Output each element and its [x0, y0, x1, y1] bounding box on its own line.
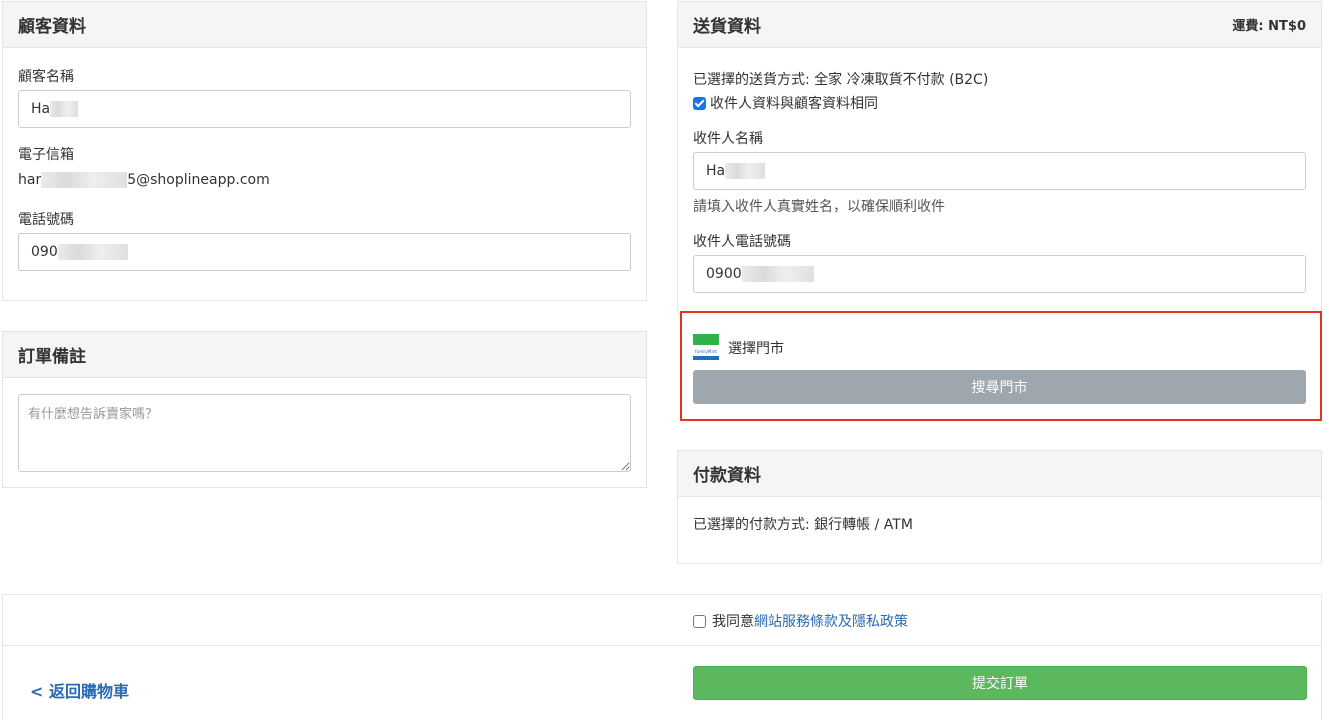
payment-panel: 付款資料 已選擇的付款方式: 銀行轉帳 / ATM	[677, 450, 1322, 564]
same-as-customer-checkbox[interactable]	[693, 96, 706, 110]
submit-order-button[interactable]: 提交訂單	[693, 666, 1307, 700]
terms-agreement-row[interactable]: 我同意 網站服務條款及隱私政策	[693, 611, 908, 631]
phone-input[interactable]: 090	[18, 233, 631, 271]
shipping-fee: 運費: NT$0	[1232, 19, 1306, 34]
terms-link[interactable]: 網站服務條款及隱私政策	[754, 611, 908, 631]
delivery-panel-title: 送貨資料	[693, 17, 761, 37]
search-store-button[interactable]: 搜尋門市	[693, 370, 1306, 404]
phone-value: 090	[31, 244, 58, 260]
payment-panel-title: 付款資料	[693, 466, 761, 486]
customer-name-value: Ha	[31, 101, 51, 117]
redacted-mask	[50, 101, 79, 117]
recipient-phone-input[interactable]: 0900	[693, 255, 1306, 293]
same-as-customer-row[interactable]: 收件人資料與顧客資料相同	[693, 93, 878, 113]
recipient-name-value: Ha	[706, 163, 726, 179]
redacted-mask	[41, 172, 128, 188]
recipient-name-help: 請填入收件人真實姓名，以確保順利收件	[693, 199, 945, 215]
email-label: 電子信箱	[18, 147, 74, 163]
recipient-name-input[interactable]: Ha	[693, 152, 1306, 190]
customer-panel: 顧客資料 顧客名稱 Ha 電子信箱 har 5@shoplineapp.com …	[2, 1, 647, 301]
redacted-mask	[741, 266, 814, 282]
select-store-label: 選擇門市	[728, 341, 784, 357]
recipient-name-label: 收件人名稱	[693, 131, 763, 147]
redacted-mask	[725, 163, 766, 179]
customer-name-input[interactable]: Ha	[18, 90, 631, 128]
order-note-textarea[interactable]	[18, 394, 631, 472]
footer-divider	[3, 645, 1321, 646]
order-note-title: 訂單備註	[18, 347, 86, 367]
familymart-logo-icon: FamilyMart	[693, 334, 719, 360]
store-selection-highlight: FamilyMart 選擇門市 搜尋門市	[680, 311, 1322, 421]
phone-label: 電話號碼	[18, 212, 74, 228]
email-prefix: har	[18, 172, 42, 188]
delivery-panel-header: 送貨資料 運費: NT$0	[678, 2, 1321, 48]
delivery-panel: 送貨資料 運費: NT$0 已選擇的送貨方式: 全家 冷凍取貨不付款 (B2C)…	[677, 1, 1322, 311]
terms-checkbox[interactable]	[693, 614, 706, 628]
back-to-cart-link[interactable]: < 返回購物車	[30, 678, 129, 702]
recipient-phone-label: 收件人電話號碼	[693, 234, 791, 250]
payment-panel-header: 付款資料	[678, 451, 1321, 497]
order-note-panel-header: 訂單備註	[3, 332, 646, 378]
familymart-logo-text: FamilyMart	[695, 349, 717, 354]
terms-prefix: 我同意	[712, 614, 754, 630]
customer-panel-title: 顧客資料	[18, 17, 86, 37]
customer-panel-header: 顧客資料	[3, 2, 646, 48]
delivery-method-text: 已選擇的送貨方式: 全家 冷凍取貨不付款 (B2C)	[693, 72, 989, 88]
email-value: har 5@shoplineapp.com	[18, 172, 270, 188]
email-suffix: 5@shoplineapp.com	[127, 172, 270, 188]
redacted-mask	[57, 244, 128, 260]
same-as-customer-label: 收件人資料與顧客資料相同	[710, 96, 878, 112]
payment-method-text: 已選擇的付款方式: 銀行轉帳 / ATM	[693, 517, 913, 533]
order-note-panel: 訂單備註	[2, 331, 647, 488]
customer-name-label: 顧客名稱	[18, 69, 74, 85]
checkout-footer: 我同意 網站服務條款及隱私政策 < 返回購物車 提交訂單	[2, 594, 1322, 720]
recipient-phone-value: 0900	[706, 266, 742, 282]
